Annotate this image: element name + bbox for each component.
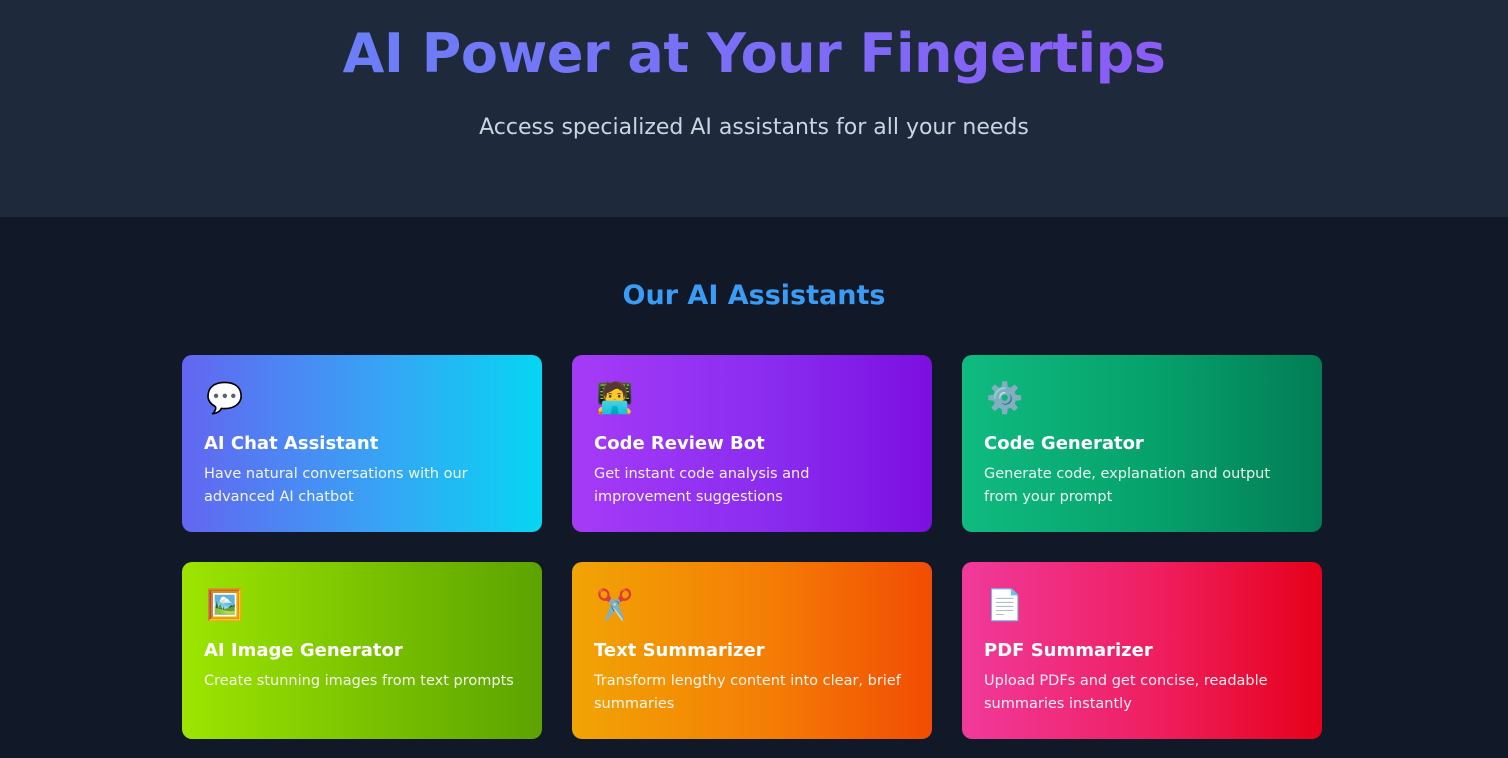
card-title: PDF Summarizer: [984, 640, 1153, 661]
card-ai-image-generator[interactable]: 🖼️ AI Image Generator Create stunning im…: [182, 562, 542, 739]
hero-title-container: AI Power at Your Fingertips: [0, 22, 1508, 86]
card-description: Upload PDFs and get concise, readable su…: [984, 673, 1268, 712]
card-title: Text Summarizer: [594, 640, 765, 661]
speech-bubble-icon: 💬: [206, 381, 244, 416]
card-pdf-summarizer[interactable]: 📄 PDF Summarizer Upload PDFs and get con…: [962, 562, 1322, 739]
card-title: Code Generator: [984, 433, 1144, 454]
hero-subtitle: Access specialized AI assistants for all…: [479, 115, 1029, 140]
card-code-review-bot[interactable]: 🧑‍💻 Code Review Bot Get instant code ana…: [572, 355, 932, 532]
card-title: Code Review Bot: [594, 433, 765, 454]
technologist-icon: 🧑‍💻: [596, 381, 634, 416]
card-code-generator[interactable]: ⚙️ Code Generator Generate code, explana…: [962, 355, 1322, 532]
card-description: Transform lengthy content into clear, br…: [594, 673, 901, 712]
card-description: Have natural conversations with our adva…: [204, 466, 468, 505]
card-text-summarizer[interactable]: ✂️ Text Summarizer Transform lengthy con…: [572, 562, 932, 739]
card-description: Create stunning images from text prompts: [204, 673, 514, 689]
card-description: Generate code, explanation and output fr…: [984, 466, 1271, 505]
scissors-icon: ✂️: [596, 588, 634, 623]
section-title: Our AI Assistants: [622, 280, 886, 311]
card-description: Get instant code analysis and improvemen…: [594, 466, 810, 505]
card-title: AI Image Generator: [204, 640, 403, 661]
card-title: AI Chat Assistant: [204, 433, 379, 454]
gear-icon: ⚙️: [986, 381, 1024, 416]
framed-picture-icon: 🖼️: [206, 588, 244, 623]
document-icon: 📄: [986, 588, 1024, 623]
hero-section: AI Power at Your Fingertips Access speci…: [0, 0, 1508, 217]
hero-title: AI Power at Your Fingertips: [342, 22, 1166, 85]
card-ai-chat-assistant[interactable]: 💬 AI Chat Assistant Have natural convers…: [182, 355, 542, 532]
